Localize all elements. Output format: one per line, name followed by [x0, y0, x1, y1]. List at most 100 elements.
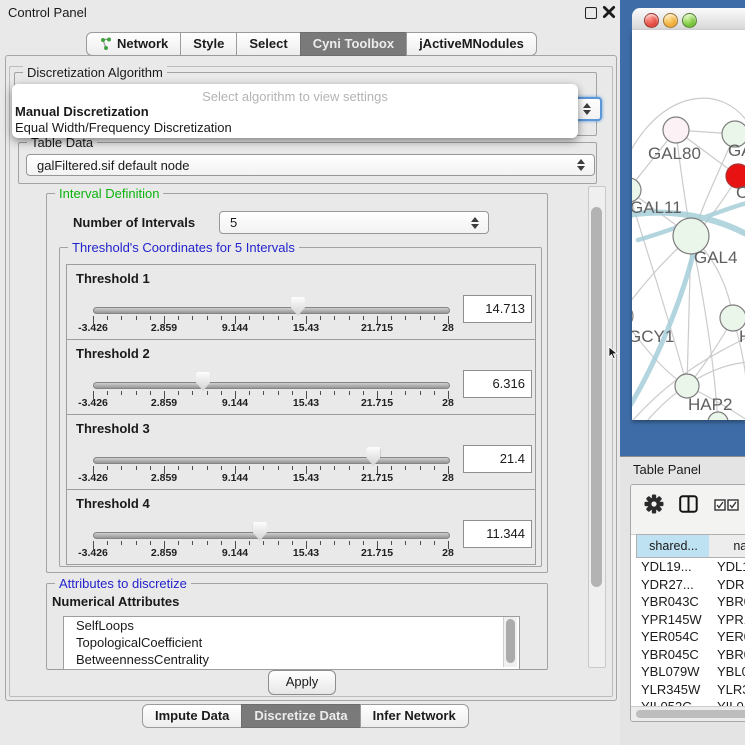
checkbox-checked-icon[interactable]: [727, 499, 739, 511]
table-panel: shared... name YDL19...YDL1 YDR27...YDR2…: [630, 484, 745, 722]
scrollbar-thumb[interactable]: [506, 619, 515, 663]
combo-arrows-icon: [471, 217, 479, 229]
combo-value: galFiltered.sif default node: [37, 158, 189, 173]
tab-label: Discretize Data: [254, 708, 347, 723]
float-window-icon[interactable]: [585, 7, 597, 19]
gear-icon[interactable]: [644, 494, 664, 514]
table-row[interactable]: YDR27...YDR2: [631, 576, 745, 594]
threshold-label: Threshold 4: [76, 496, 150, 511]
tab-network[interactable]: Network: [86, 32, 181, 56]
table-panel-title: Table Panel: [633, 462, 701, 477]
tab-label: Style: [193, 36, 224, 51]
threshold-label: Threshold 3: [76, 421, 150, 436]
table-row[interactable]: YPR145WYPR1: [631, 611, 745, 629]
node-label: C: [736, 183, 745, 202]
group-title: Threshold's Coordinates for 5 Intervals: [68, 240, 299, 255]
node-label: H: [739, 327, 745, 346]
threshold-3-panel: Threshold 3 -3.4262.8599.14415.4321.7152…: [66, 414, 536, 490]
mac-minimize-icon[interactable]: [663, 13, 678, 28]
slider-tick-labels: -3.4262.8599.14415.4321.71528: [93, 397, 448, 409]
node-label: GA: [728, 141, 745, 160]
node-label: GCY1: [632, 327, 674, 346]
tab-discretize-data[interactable]: Discretize Data: [241, 704, 360, 728]
threshold-2-value-field[interactable]: 6.316: [463, 370, 532, 398]
slider-track[interactable]: [93, 307, 450, 314]
panel-title: Control Panel: [8, 5, 87, 20]
numerical-attributes-label: Numerical Attributes: [52, 594, 179, 609]
node-label: GAL80: [648, 144, 701, 163]
table-row[interactable]: YER054CYER0: [631, 628, 745, 646]
tab-infer-network[interactable]: Infer Network: [360, 704, 469, 728]
number-of-intervals-combobox[interactable]: 5: [219, 211, 489, 234]
slider-tick-labels: -3.4262.8599.14415.4321.71528: [93, 547, 448, 559]
threshold-label: Threshold 2: [76, 346, 150, 361]
table-row[interactable]: YBL079WYBL0: [631, 663, 745, 681]
control-panel-titlebar: Control Panel: [0, 0, 620, 24]
list-item[interactable]: TopologicalCoefficient: [64, 634, 519, 651]
combo-arrows-icon: [583, 103, 591, 115]
node-gcy1[interactable]: [632, 305, 633, 327]
network-window-titlebar[interactable]: [632, 8, 745, 31]
node-label: GAL4: [694, 248, 737, 267]
group-title: Attributes to discretize: [55, 576, 191, 591]
mac-close-icon[interactable]: [644, 13, 659, 28]
node-gal80[interactable]: [663, 117, 689, 143]
table-row[interactable]: YIL052CYIL0: [631, 698, 745, 706]
tab-label: Cyni Toolbox: [313, 36, 394, 51]
column-header-shared-name[interactable]: shared...: [636, 534, 711, 558]
threshold-label: Threshold 1: [76, 271, 150, 286]
group-title: Interval Definition: [55, 186, 163, 201]
threshold-1-value-field[interactable]: 14.713: [463, 295, 532, 323]
tab-style[interactable]: Style: [180, 32, 237, 56]
table-toolbar: [631, 485, 745, 535]
number-of-intervals-label: Number of Intervals: [73, 215, 195, 230]
combo-arrows-icon: [577, 159, 585, 171]
popup-option-manual-discretization[interactable]: Manual Discretization: [15, 104, 149, 119]
apply-button[interactable]: Apply: [268, 670, 336, 695]
node-label: HAP2: [688, 395, 732, 414]
table-header-row: shared... name: [631, 534, 745, 558]
list-item[interactable]: SelfLoops: [64, 617, 519, 634]
slider-tick-labels: -3.4262.8599.14415.4321.71528: [93, 472, 448, 484]
mouse-cursor: [608, 346, 619, 360]
mac-zoom-icon[interactable]: [682, 13, 697, 28]
slider-track[interactable]: [93, 457, 450, 464]
tab-label: Impute Data: [155, 708, 229, 723]
popup-hint: Select algorithm to view settings: [12, 89, 578, 104]
combo-value: 5: [230, 215, 237, 230]
list-item[interactable]: BetweennessCentrality: [64, 651, 519, 668]
tab-select[interactable]: Select: [236, 32, 300, 56]
network-icon: [99, 37, 112, 50]
table-row[interactable]: YBR043CYBR0: [631, 593, 745, 611]
split-view-icon[interactable]: [679, 495, 698, 513]
content-scrollbar[interactable]: [588, 186, 606, 668]
checkbox-checked-icon[interactable]: [714, 499, 726, 511]
scrollbar-thumb[interactable]: [636, 710, 745, 718]
tab-label: jActiveMNodules: [419, 36, 524, 51]
slider-track[interactable]: [93, 382, 450, 389]
tab-impute-data[interactable]: Impute Data: [142, 704, 242, 728]
table-row[interactable]: YBR045CYBR0: [631, 646, 745, 664]
bottom-tab-strip: Impute Data Discretize Data Infer Networ…: [142, 704, 469, 728]
tab-jactivemnodules[interactable]: jActiveMNodules: [406, 32, 537, 56]
popup-option-equal-width-frequency[interactable]: Equal Width/Frequency Discretization: [15, 120, 232, 135]
threshold-3-value-field[interactable]: 21.4: [463, 445, 532, 473]
threshold-4-value-field[interactable]: 11.344: [463, 520, 532, 548]
network-view-canvas[interactable]: GAL80 GA C GAL11 GAL4 GCY1 H HAP2: [632, 30, 745, 420]
table-row[interactable]: YLR345WYLR3: [631, 681, 745, 699]
threshold-4-panel: Threshold 4 -3.4262.8599.14415.4321.7152…: [66, 489, 536, 565]
close-icon[interactable]: [602, 5, 616, 19]
node-label: GAL11: [632, 198, 682, 217]
column-header-name[interactable]: name: [709, 534, 745, 558]
network-graph: GAL80 GA C GAL11 GAL4 GCY1 H HAP2: [632, 30, 745, 420]
scrollbar-thumb[interactable]: [591, 207, 602, 587]
tab-label: Select: [249, 36, 287, 51]
slider-track[interactable]: [93, 532, 450, 539]
attributes-list-scrollbar[interactable]: [503, 617, 517, 667]
top-tab-strip: Network Style Select Cyni Toolbox jActiv…: [86, 32, 537, 56]
table-row[interactable]: YDL19...YDL1: [631, 558, 745, 576]
group-title: Discretization Algorithm: [23, 65, 167, 80]
table-data-combobox[interactable]: galFiltered.sif default node: [26, 154, 595, 176]
table-horizontal-scrollbar[interactable]: [631, 706, 745, 721]
tab-cyni-toolbox[interactable]: Cyni Toolbox: [300, 32, 407, 56]
